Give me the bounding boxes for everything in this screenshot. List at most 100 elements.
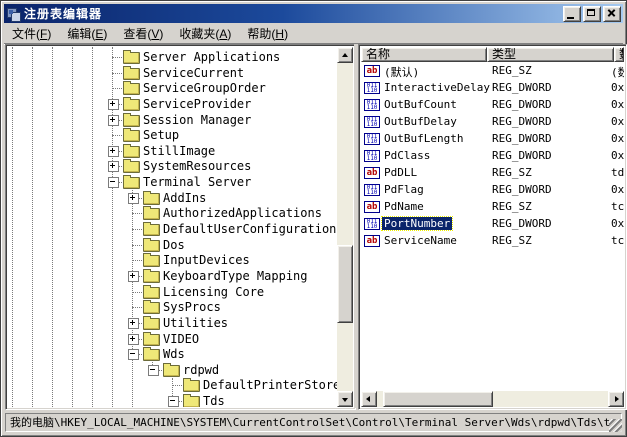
registry-editor-window: 注册表编辑器 文件(F)编辑(E)查看(V)收藏夹(A)帮助(H) Server…: [0, 0, 627, 437]
tree-item-systemresources[interactable]: SystemResources: [8, 158, 337, 174]
value-data: td: [611, 166, 624, 179]
value-name[interactable]: OutBufDelay: [382, 115, 459, 128]
tree-item-label: Terminal Server: [143, 175, 251, 189]
vertical-scroll-thumb[interactable]: [337, 245, 353, 323]
tree-item-utilities[interactable]: Utilities: [8, 315, 337, 331]
column-header-name[interactable]: 名称: [361, 47, 487, 62]
expand-box-icon[interactable]: [108, 99, 119, 110]
tree-item-addins[interactable]: AddIns: [8, 190, 337, 206]
arrow-down-icon: [342, 398, 348, 402]
reg-dword-icon: 011 110: [364, 218, 380, 230]
tree-item-dos[interactable]: Dos: [8, 237, 337, 253]
reg-sz-icon: ab: [364, 65, 380, 77]
maximize-button[interactable]: [583, 6, 601, 22]
tree-item-licensing-core[interactable]: Licensing Core: [8, 284, 337, 300]
scroll-right-button[interactable]: [608, 391, 624, 407]
value-row-interactivedelay[interactable]: 011 110InteractiveDelayREG_DWORD0x: [361, 80, 624, 97]
status-path: 我的电脑\HKEY_LOCAL_MACHINE\SYSTEM\CurrentCo…: [5, 413, 622, 432]
tree-item-sysprocs[interactable]: SysProcs: [8, 299, 337, 315]
column-header-type[interactable]: 类型: [487, 47, 614, 62]
value-name[interactable]: PdDLL: [382, 166, 419, 179]
value-row-pddll[interactable]: abPdDLLREG_SZtd: [361, 165, 624, 182]
tree-item-serviceprovider[interactable]: ServiceProvider: [8, 96, 337, 112]
value-name[interactable]: PdClass: [382, 149, 432, 162]
scroll-up-button[interactable]: [337, 47, 353, 63]
expand-box-icon[interactable]: [128, 334, 139, 345]
tree-item-label: Server Applications: [143, 50, 280, 64]
scroll-left-button[interactable]: [361, 391, 377, 407]
tree-item-inputdevices[interactable]: InputDevices: [8, 252, 337, 268]
column-header-data[interactable]: 数: [614, 47, 624, 62]
value-name[interactable]: PdFlag: [382, 183, 426, 196]
tree-item-defaultprinterstore[interactable]: DefaultPrinterStore: [8, 377, 337, 393]
value-row-outbufdelay[interactable]: 011 110OutBufDelayREG_DWORD0x: [361, 114, 624, 131]
value-name[interactable]: PdName: [382, 200, 426, 213]
folder-icon: [123, 177, 140, 189]
tree-item-servicegrouporder[interactable]: ServiceGroupOrder: [8, 80, 337, 96]
collapse-box-icon[interactable]: [168, 396, 179, 407]
collapse-box-icon[interactable]: [108, 177, 119, 188]
resize-grip-icon[interactable]: [609, 419, 622, 432]
tree-item-rdpwd[interactable]: rdpwd: [8, 362, 337, 378]
value-name[interactable]: ServiceName: [382, 234, 459, 247]
list-horizontal-scrollbar[interactable]: [361, 391, 624, 407]
menu-e[interactable]: 编辑(E): [59, 23, 115, 44]
reg-dword-icon: 011 110: [364, 133, 380, 145]
tree-item-terminal-server[interactable]: Terminal Server: [8, 174, 337, 190]
folder-icon: [143, 224, 160, 236]
close-button[interactable]: [603, 6, 621, 22]
tree-item-tds[interactable]: Tds: [8, 393, 337, 407]
folder-icon: [183, 380, 200, 392]
maximize-icon: [587, 9, 595, 16]
registry-tree: Server ApplicationsServiceCurrentService…: [8, 47, 337, 407]
tree-item-servicecurrent[interactable]: ServiceCurrent: [8, 65, 337, 81]
tree-vertical-scrollbar[interactable]: [337, 47, 353, 407]
value-name[interactable]: OutBufLength: [382, 132, 465, 145]
menu-f[interactable]: 文件(F): [4, 23, 59, 44]
value-row-servicename[interactable]: abServiceName REG_SZ tc: [361, 233, 624, 250]
value-data: tc: [611, 234, 624, 247]
expand-box-icon[interactable]: [128, 193, 139, 204]
horizontal-scroll-thumb[interactable]: [383, 391, 493, 407]
expand-box-icon[interactable]: [128, 271, 139, 282]
expand-box-icon[interactable]: [108, 115, 119, 126]
menu-a[interactable]: 收藏夹(A): [171, 23, 239, 44]
value-name[interactable]: PortNumber: [382, 217, 452, 230]
scroll-down-button[interactable]: [337, 391, 353, 407]
expand-box-icon[interactable]: [108, 161, 119, 172]
expand-box-icon[interactable]: [108, 146, 119, 157]
collapse-box-icon[interactable]: [128, 349, 139, 360]
expand-box-icon[interactable]: [128, 318, 139, 329]
tree-item-setup[interactable]: Setup: [8, 127, 337, 143]
menu-v[interactable]: 查看(V): [115, 23, 171, 44]
menu-h[interactable]: 帮助(H): [239, 23, 296, 44]
value-type: REG_DWORD: [492, 132, 552, 145]
tree-item-stillimage[interactable]: StillImage: [8, 143, 337, 159]
value-row-pdname[interactable]: abPdNameREG_SZtc: [361, 199, 624, 216]
value-name[interactable]: InteractiveDelay: [382, 81, 492, 94]
collapse-box-icon[interactable]: [148, 365, 159, 376]
value-name[interactable]: (默认): [382, 64, 421, 80]
tree-item-video[interactable]: VIDEO: [8, 331, 337, 347]
reg-sz-icon: ab: [364, 235, 380, 247]
value-row-item[interactable]: ab(默认)REG_SZ(数: [361, 63, 624, 80]
value-type: REG_SZ: [492, 234, 532, 247]
tree-item-wds[interactable]: Wds: [8, 346, 337, 362]
tree-item-defaultuserconfiguration[interactable]: DefaultUserConfiguration: [8, 221, 337, 237]
value-name[interactable]: OutBufCount: [382, 98, 459, 111]
list-column-headers: 名称 类型 数: [361, 47, 624, 62]
folder-icon: [143, 271, 160, 283]
tree-item-server-applications[interactable]: Server Applications: [8, 49, 337, 65]
value-row-pdflag[interactable]: 011 110PdFlagREG_DWORD0x: [361, 182, 624, 199]
tree-item-authorizedapplications[interactable]: AuthorizedApplications: [8, 205, 337, 221]
minimize-button[interactable]: [563, 6, 581, 22]
tree-item-keyboardtype-mapping[interactable]: KeyboardType Mapping: [8, 268, 337, 284]
value-row-portnumber[interactable]: 011 110PortNumberREG_DWORD0x: [361, 216, 624, 233]
tree-item-session-manager[interactable]: Session Manager: [8, 112, 337, 128]
value-row-outbuflength[interactable]: 011 110OutBufLengthREG_DWORD0x: [361, 131, 624, 148]
tree-item-label: ServiceCurrent: [143, 66, 244, 80]
value-row-outbufcount[interactable]: 011 110OutBufCountREG_DWORD0x: [361, 97, 624, 114]
reg-dword-icon: 011 110: [364, 116, 380, 128]
tree-item-label: StillImage: [143, 144, 215, 158]
value-row-pdclass[interactable]: 011 110PdClassREG_DWORD0x: [361, 148, 624, 165]
